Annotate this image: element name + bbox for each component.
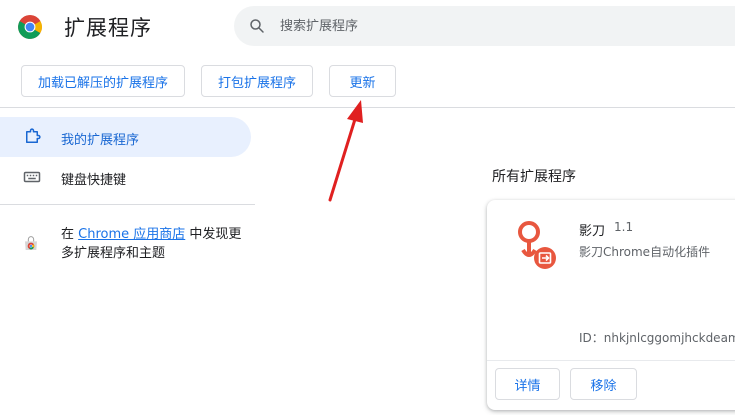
- details-button[interactable]: 详情: [495, 368, 560, 400]
- chrome-web-store-icon: [25, 236, 37, 250]
- header: 扩展程序: [0, 0, 735, 54]
- search-icon: [250, 19, 264, 33]
- store-prefix: 在: [61, 227, 79, 242]
- sidebar-item-keyboard-shortcuts[interactable]: 键盘快捷键: [0, 157, 251, 197]
- sidebar-item-label: 键盘快捷键: [61, 173, 127, 188]
- extension-version: 1.1: [614, 220, 634, 234]
- chrome-logo-icon: [18, 15, 42, 39]
- keyboard-icon: [23, 171, 41, 183]
- page-title: 扩展程序: [64, 16, 152, 40]
- sidebar: 我的扩展程序 键盘快捷键 在 Chrome 应用商店 中发现更多扩展程序和主题: [0, 108, 255, 415]
- extension-name: 影刀: [579, 224, 606, 239]
- web-store-promo: 在 Chrome 应用商店 中发现更多扩展程序和主题: [61, 225, 251, 263]
- sidebar-item-my-extensions[interactable]: 我的扩展程序: [0, 117, 251, 157]
- puzzle-icon: [26, 128, 41, 143]
- section-title: 所有扩展程序: [492, 169, 576, 185]
- sidebar-divider: [0, 204, 255, 205]
- chrome-web-store-link[interactable]: Chrome 应用商店: [78, 227, 185, 242]
- sidebar-item-label: 我的扩展程序: [61, 133, 140, 148]
- developer-toolbar: 加载已解压的扩展程序 打包扩展程序 更新: [0, 54, 735, 108]
- extension-id: ID：nhkjnlcggomjhckdeam: [579, 331, 735, 345]
- extension-description: 影刀Chrome自动化插件: [579, 245, 711, 259]
- remove-button[interactable]: 移除: [570, 368, 637, 400]
- update-button[interactable]: 更新: [329, 65, 396, 97]
- yingdao-extension-icon: [518, 221, 556, 269]
- card-divider: [487, 360, 735, 361]
- pack-extension-button[interactable]: 打包扩展程序: [201, 65, 313, 97]
- load-unpacked-button[interactable]: 加载已解压的扩展程序: [21, 65, 185, 97]
- search-box[interactable]: [234, 6, 735, 46]
- extension-card: 影刀 1.1 影刀Chrome自动化插件 ID：nhkjnlcggomjhckd…: [487, 200, 735, 410]
- search-input[interactable]: [280, 6, 720, 46]
